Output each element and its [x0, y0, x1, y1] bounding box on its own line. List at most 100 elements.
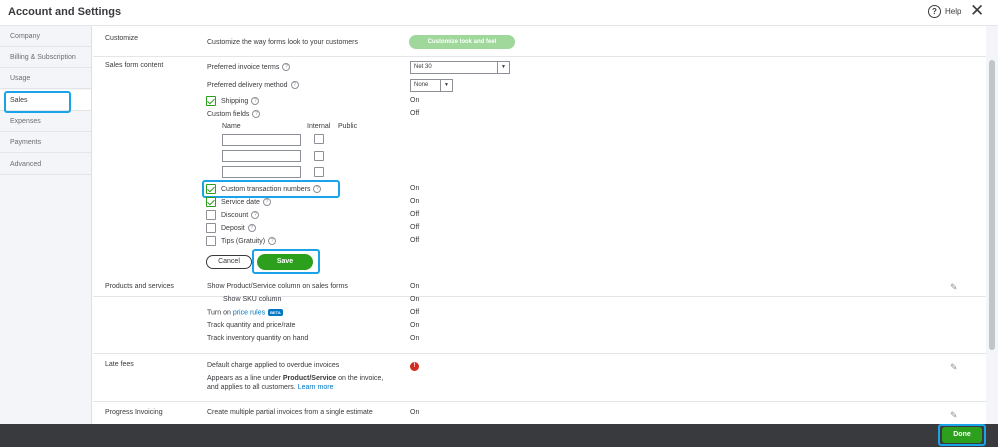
- info-icon[interactable]: ?: [251, 211, 260, 219]
- invoice-terms-label: Preferred invoice terms: [207, 63, 280, 71]
- late-fees-note-part2: on the invoice,: [338, 375, 384, 382]
- late-fees-section: Late fees Default charge applied to over…: [93, 354, 986, 402]
- info-icon[interactable]: ?: [262, 198, 271, 206]
- late-fees-note-part3: and applies to all customers.: [207, 384, 296, 391]
- custom-transaction-numbers-value: On: [410, 185, 420, 192]
- settings-header: Account and Settings ? Help ✕: [0, 0, 998, 26]
- edit-pencil-icon[interactable]: ✎: [950, 410, 958, 421]
- help-button[interactable]: ? Help: [928, 5, 961, 18]
- custom-field-name-input[interactable]: [222, 166, 301, 178]
- column-header-internal: Internal: [307, 123, 331, 130]
- product-row-label: Show Product/Service column on sales for…: [207, 283, 348, 290]
- delivery-method-select[interactable]: None ▼: [410, 79, 453, 92]
- sales-highlight-box: [4, 91, 71, 113]
- invoice-terms-row: Preferred invoice terms?: [207, 63, 291, 71]
- info-icon[interactable]: ?: [290, 81, 299, 89]
- service-date-value: On: [410, 198, 420, 205]
- learn-more-link[interactable]: Learn more: [298, 384, 334, 391]
- delivery-method-value: None: [414, 82, 429, 88]
- sidebar-item-expenses[interactable]: Expenses: [0, 111, 91, 132]
- edit-pencil-icon[interactable]: ✎: [950, 362, 958, 373]
- tips-checkbox[interactable]: [206, 236, 216, 246]
- progress-invoicing-description: Create multiple partial invoices from a …: [207, 409, 373, 416]
- customize-look-button[interactable]: Customize look and feel: [409, 35, 515, 49]
- price-rules-link[interactable]: price rules: [233, 309, 265, 316]
- column-header-public: Public: [338, 123, 358, 130]
- custom-field-internal-checkbox[interactable]: [314, 134, 324, 144]
- customize-description: Customize the way forms look to your cus…: [207, 39, 358, 46]
- chevron-down-icon: ▼: [440, 80, 452, 91]
- info-icon[interactable]: ?: [252, 110, 261, 118]
- shipping-checkbox[interactable]: [206, 96, 216, 106]
- custom-field-internal-checkbox[interactable]: [314, 151, 324, 161]
- custom-fields-label: Custom fields: [207, 110, 250, 118]
- info-icon[interactable]: ?: [268, 237, 277, 245]
- invoice-terms-select[interactable]: Net 30 ▼: [410, 61, 510, 74]
- close-icon[interactable]: ✕: [970, 2, 984, 19]
- deposit-row: Deposit?: [221, 224, 256, 232]
- deposit-checkbox[interactable]: [206, 223, 216, 233]
- help-label: Help: [945, 7, 962, 16]
- beta-badge: BETA: [268, 309, 283, 316]
- late-fees-note-line2: and applies to all customers. Learn more: [207, 384, 333, 391]
- service-date-label: Service date: [221, 198, 260, 206]
- custom-fields-row: Custom fields?: [207, 110, 261, 118]
- product-row-value: On: [410, 322, 420, 329]
- customize-section: Customize Customize the way forms look t…: [93, 26, 986, 57]
- product-row-value: Off: [410, 309, 420, 316]
- edit-pencil-icon[interactable]: ✎: [950, 282, 958, 293]
- section-label-products: Products and services: [105, 283, 174, 290]
- sidebar-item-advanced[interactable]: Advanced: [0, 154, 91, 175]
- sidebar-item-payments[interactable]: Payments: [0, 132, 91, 153]
- done-highlight-box: [938, 424, 986, 446]
- custom-field-name-input[interactable]: [222, 150, 301, 162]
- invoice-terms-value: Net 30: [414, 64, 432, 70]
- shipping-row: Shipping?: [221, 97, 260, 105]
- section-label-sales-form: Sales form content: [105, 62, 164, 69]
- info-icon[interactable]: ?: [251, 97, 260, 105]
- price-rules-prefix: Turn on: [207, 309, 231, 317]
- alert-icon: !: [410, 362, 419, 371]
- progress-invoicing-value: On: [410, 409, 420, 416]
- sidebar-item-usage[interactable]: Usage: [0, 68, 91, 89]
- discount-row: Discount?: [221, 211, 260, 219]
- delivery-method-label: Preferred delivery method: [207, 81, 288, 89]
- help-icon: ?: [928, 5, 941, 18]
- save-highlight-box: [252, 249, 320, 274]
- info-icon[interactable]: ?: [282, 63, 291, 71]
- sidebar-item-company[interactable]: Company: [0, 26, 91, 47]
- product-row-label: Track quantity and price/rate: [207, 322, 296, 329]
- custom-field-internal-checkbox[interactable]: [314, 167, 324, 177]
- info-icon[interactable]: ?: [247, 224, 256, 232]
- settings-footer: Done: [0, 424, 998, 447]
- discount-value: Off: [410, 211, 420, 218]
- custom-field-name-input[interactable]: [222, 134, 301, 146]
- late-fees-note-line1: Appears as a line under Product/Service …: [207, 375, 383, 382]
- product-row-value: On: [410, 296, 420, 303]
- sidebar-item-billing[interactable]: Billing & Subscription: [0, 47, 91, 68]
- settings-main: Customize Customize the way forms look t…: [93, 26, 986, 424]
- vertical-scrollbar[interactable]: [986, 26, 998, 424]
- deposit-value: Off: [410, 224, 420, 231]
- custom-transaction-highlight-box: [202, 180, 340, 198]
- page-title: Account and Settings: [8, 6, 122, 18]
- settings-sidebar: Company Billing & Subscription Usage Sal…: [0, 26, 92, 424]
- discount-checkbox[interactable]: [206, 210, 216, 220]
- service-date-checkbox[interactable]: [206, 197, 216, 207]
- product-row-label: Show SKU column: [223, 296, 282, 303]
- scrollbar-thumb[interactable]: [989, 60, 995, 350]
- section-label-progress-invoicing: Progress Invoicing: [105, 409, 163, 416]
- custom-fields-value: Off: [410, 110, 420, 117]
- late-fees-note-bold: Product/Service: [282, 375, 337, 382]
- products-section: Products and services Show Product/Servi…: [93, 277, 986, 354]
- service-date-row: Service date?: [221, 198, 271, 206]
- cancel-button[interactable]: Cancel: [206, 255, 252, 269]
- deposit-label: Deposit: [221, 224, 245, 232]
- shipping-label: Shipping: [221, 97, 249, 105]
- delivery-method-row: Preferred delivery method?: [207, 81, 299, 89]
- section-label-late-fees: Late fees: [105, 361, 134, 368]
- tips-label: Tips (Gratuity): [221, 237, 266, 245]
- product-row-value: On: [410, 283, 420, 290]
- tips-value: Off: [410, 237, 420, 244]
- section-label-customize: Customize: [105, 35, 139, 42]
